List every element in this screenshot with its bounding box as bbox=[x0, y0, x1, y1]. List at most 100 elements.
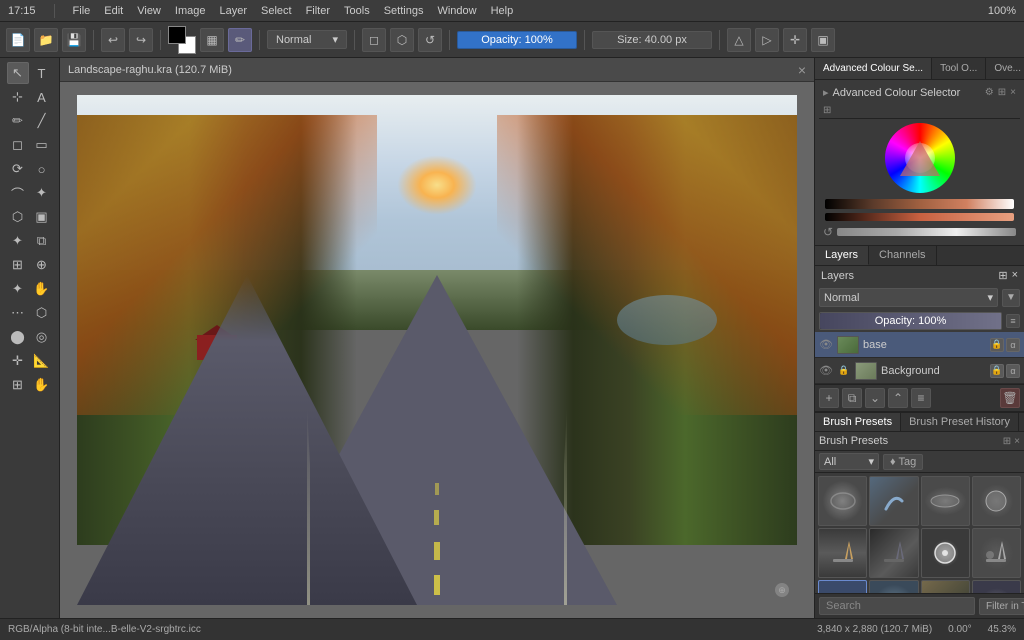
brush-reset-button[interactable]: ↺ bbox=[418, 28, 442, 52]
brush-search-input[interactable] bbox=[819, 597, 975, 615]
layer-alpha-bg[interactable]: α bbox=[1006, 364, 1020, 378]
add-layer-button[interactable]: + bbox=[819, 388, 839, 408]
brush-button[interactable]: ✏ bbox=[228, 28, 252, 52]
bezier-tool[interactable]: ⌒ bbox=[7, 182, 29, 204]
acs-collapse-icon[interactable]: ▸ bbox=[823, 86, 829, 99]
copy-layer-button[interactable]: ⧉ bbox=[842, 388, 862, 408]
zoom-tool[interactable]: ⊕ bbox=[31, 254, 53, 276]
tab-layers[interactable]: Layers bbox=[815, 246, 869, 265]
brush-presets-button[interactable]: ⬡ bbox=[390, 28, 414, 52]
tab-channels[interactable]: Channels bbox=[869, 246, 936, 265]
pointer-tool[interactable]: ↖ bbox=[7, 62, 29, 84]
tab-acs[interactable]: Advanced Colour Se... bbox=[815, 58, 932, 79]
eyedropper-tool[interactable]: ✦ bbox=[7, 278, 29, 300]
brush-preset-4[interactable] bbox=[972, 476, 1021, 526]
mirror-horizontal-button[interactable]: △ bbox=[727, 28, 751, 52]
brush-preset-3[interactable] bbox=[921, 476, 970, 526]
brush-preset-7[interactable] bbox=[921, 528, 970, 578]
freehand-paint-tool[interactable]: ✏ bbox=[7, 110, 29, 132]
freehand-select-tool[interactable]: ⟳ bbox=[7, 158, 29, 180]
tab-brush-presets[interactable]: Brush Presets bbox=[815, 413, 901, 431]
smart-select-tool[interactable]: ✋ bbox=[31, 374, 53, 396]
menu-image[interactable]: Image bbox=[175, 5, 206, 17]
fill-tool[interactable]: ⬡ bbox=[7, 206, 29, 228]
menu-window[interactable]: Window bbox=[437, 5, 476, 17]
brush-preset-5[interactable] bbox=[818, 528, 867, 578]
brush-close-icon[interactable]: × bbox=[1014, 436, 1020, 447]
layer-lock-base[interactable]: 🔒 bbox=[990, 338, 1004, 352]
acs-refresh-icon[interactable]: ↺ bbox=[823, 225, 833, 239]
layer-lock-bg[interactable]: 🔒 bbox=[990, 364, 1004, 378]
layer-item-base[interactable]: 👁 base 🔒 α bbox=[815, 332, 1024, 358]
brush-tag-button[interactable]: ♦ Tag bbox=[883, 454, 923, 470]
multibrush-tool[interactable]: ✦ bbox=[31, 182, 53, 204]
size-slider[interactable]: Size: 40.00 px bbox=[592, 31, 712, 49]
similar-select-tool[interactable]: ◎ bbox=[31, 326, 53, 348]
mirror-vertical-button[interactable]: ▷ bbox=[755, 28, 779, 52]
menu-help[interactable]: Help bbox=[491, 5, 514, 17]
tab-brush-history[interactable]: Brush Preset History bbox=[901, 413, 1019, 431]
brush-preset-10[interactable] bbox=[869, 580, 918, 593]
polygon-select-tool[interactable]: ⬡ bbox=[31, 302, 53, 324]
menu-select[interactable]: Select bbox=[261, 5, 292, 17]
layer-visibility-bg[interactable]: 👁 bbox=[819, 364, 833, 378]
delete-layer-button[interactable]: 🗑 bbox=[1000, 388, 1020, 408]
acs-grid-icon[interactable]: ⊞ bbox=[823, 105, 831, 116]
crop-tool[interactable]: ⊞ bbox=[7, 254, 29, 276]
color-wheel-container[interactable] bbox=[819, 119, 1020, 197]
menu-edit[interactable]: Edit bbox=[104, 5, 123, 17]
wrap-button[interactable]: ✛ bbox=[783, 28, 807, 52]
ellipse-select-tool[interactable]: ○ bbox=[31, 158, 53, 180]
brush-preset-2[interactable] bbox=[869, 476, 918, 526]
new-button[interactable]: 📄 bbox=[6, 28, 30, 52]
painting-canvas[interactable]: ⊕ bbox=[77, 95, 797, 605]
brush-preset-11[interactable] bbox=[921, 580, 970, 593]
layer-blend-mode[interactable]: Normal ▾ bbox=[819, 288, 998, 307]
layer-visibility-base[interactable]: 👁 bbox=[819, 338, 833, 352]
merge-down-button[interactable]: ⌄ bbox=[865, 388, 885, 408]
filter-in-tag-button[interactable]: Filter in Tag bbox=[979, 598, 1024, 615]
layer-opacity-bar[interactable]: Opacity: 100% bbox=[819, 312, 1002, 330]
ruler-tool[interactable]: 📐 bbox=[31, 350, 53, 372]
acs-close-icon[interactable]: × bbox=[1010, 87, 1016, 98]
layers-close-icon[interactable]: × bbox=[1012, 269, 1018, 282]
pattern-button[interactable]: ▦ bbox=[200, 28, 224, 52]
lightness-slider[interactable] bbox=[837, 228, 1016, 236]
settings-panel-button[interactable]: ▣ bbox=[811, 28, 835, 52]
canvas-wrapper[interactable]: ⊕ bbox=[60, 82, 814, 618]
smart-patch-tool[interactable]: ⧉ bbox=[31, 230, 53, 252]
gradient-tool[interactable]: ▣ bbox=[31, 206, 53, 228]
magnetic-lasso-tool[interactable]: ⋯ bbox=[7, 302, 29, 324]
canvas-close-button[interactable]: × bbox=[798, 62, 806, 78]
eraser-button[interactable]: ◻ bbox=[362, 28, 386, 52]
open-button[interactable]: 📁 bbox=[34, 28, 58, 52]
brush-preset-12[interactable] bbox=[972, 580, 1021, 593]
color-picker-tool[interactable]: ✦ bbox=[7, 230, 29, 252]
line-tool[interactable]: ╱ bbox=[31, 110, 53, 132]
merge-up-button[interactable]: ⌃ bbox=[888, 388, 908, 408]
pan-tool[interactable]: ✋ bbox=[31, 278, 53, 300]
menu-filter[interactable]: Filter bbox=[306, 5, 330, 17]
hue-slider[interactable] bbox=[825, 199, 1014, 209]
blend-mode-selector[interactable]: Normal ▾ bbox=[267, 30, 347, 49]
menu-tools[interactable]: Tools bbox=[344, 5, 370, 17]
redo-button[interactable]: ↪ bbox=[129, 28, 153, 52]
acs-float-icon[interactable]: ⊞ bbox=[998, 87, 1006, 98]
layer-alpha-base[interactable]: α bbox=[1006, 338, 1020, 352]
brush-category-selector[interactable]: All ▾ bbox=[819, 453, 879, 470]
more-layer-options[interactable]: ≡ bbox=[911, 388, 931, 408]
menu-layer[interactable]: Layer bbox=[219, 5, 247, 17]
brush-preset-1[interactable] bbox=[818, 476, 867, 526]
color-swatch-area[interactable] bbox=[168, 26, 196, 54]
acs-settings-icon[interactable]: ⚙ bbox=[985, 87, 994, 98]
freehand-transform-tool[interactable]: ⊹ bbox=[7, 86, 29, 108]
text-tool[interactable]: A bbox=[31, 86, 53, 108]
saturation-slider[interactable] bbox=[825, 213, 1014, 221]
undo-button[interactable]: ↩ bbox=[101, 28, 125, 52]
brush-preset-8[interactable] bbox=[972, 528, 1021, 578]
contiguous-select-tool[interactable]: ⬤ bbox=[7, 326, 29, 348]
layer-filter-button[interactable]: ▼ bbox=[1002, 289, 1020, 307]
layer-item-bg[interactable]: 👁 🔒 Background 🔒 α bbox=[815, 358, 1024, 384]
color-triangle[interactable] bbox=[900, 141, 940, 176]
tab-tool-options[interactable]: Tool O... bbox=[932, 58, 986, 79]
